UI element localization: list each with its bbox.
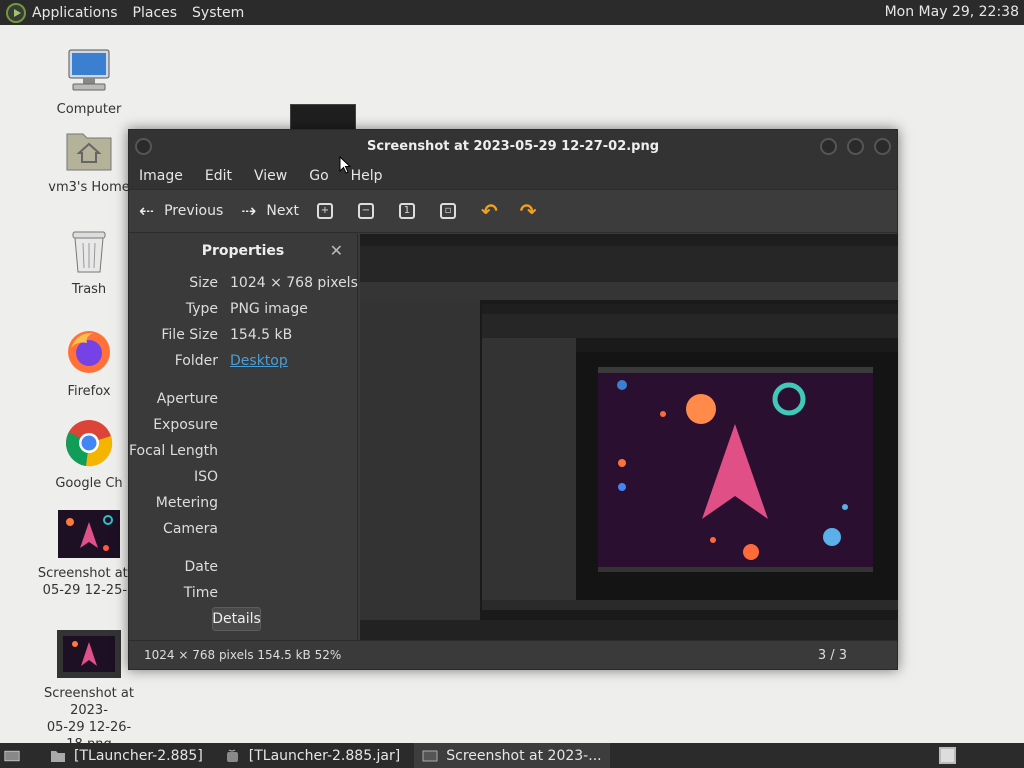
- zoom-fit-button[interactable]: ▫: [439, 203, 456, 219]
- image-thumbnail-icon: [58, 510, 120, 558]
- menu-logo-icon[interactable]: [6, 2, 26, 23]
- next-button[interactable]: ⇢ Next: [241, 201, 299, 222]
- firefox-icon: [68, 331, 110, 373]
- clock[interactable]: Mon May 29, 22:38: [885, 4, 1019, 20]
- menu-applications[interactable]: Applications: [32, 5, 118, 21]
- menu-bar: Image Edit View Go Help: [129, 163, 897, 189]
- image-display[interactable]: [360, 234, 898, 642]
- workspace-switcher[interactable]: [939, 747, 956, 764]
- image-viewer-icon: [422, 750, 438, 761]
- previous-label: Previous: [164, 203, 224, 219]
- zoom-out-icon: −: [361, 205, 371, 216]
- close-button[interactable]: [874, 138, 891, 155]
- show-desktop-button[interactable]: [0, 743, 36, 768]
- menu-edit[interactable]: Edit: [205, 168, 232, 184]
- mouse-pointer-icon: [339, 156, 351, 174]
- taskbar: [TLauncher-2.885] [TLauncher-2.885.jar] …: [0, 743, 1024, 768]
- zoom-in-icon: +: [320, 205, 330, 216]
- window-title: Screenshot at 2023-05-29 12-27-02.png: [366, 139, 660, 154]
- top-panel: Applications Places System Mon May 29, 2…: [0, 0, 1024, 25]
- background-window[interactable]: [290, 104, 356, 130]
- desktop-icon-computer[interactable]: Computer: [34, 46, 144, 118]
- zoom-out-button[interactable]: −: [357, 203, 374, 219]
- menu-system[interactable]: System: [192, 5, 244, 21]
- computer-icon: [68, 49, 110, 91]
- displayed-screenshot-image: [360, 234, 898, 642]
- status-info: 1024 × 768 pixels 154.5 kB 52%: [144, 648, 342, 662]
- rotate-left-button[interactable]: ↶: [481, 199, 498, 223]
- task-tlauncher-jar[interactable]: [TLauncher-2.885.jar]: [217, 743, 408, 768]
- desktop-icon-label: Screenshot at 2023-: [44, 686, 134, 718]
- arrow-right-icon: ⇢: [241, 200, 257, 222]
- zoom-normal-icon: 1: [403, 205, 411, 216]
- image-viewer-window: Screenshot at 2023-05-29 12-27-02.png Im…: [128, 129, 898, 670]
- status-bar: 1024 × 768 pixels 154.5 kB 52% 3 / 3: [129, 640, 897, 669]
- menu-places[interactable]: Places: [133, 5, 178, 21]
- page-counter: 3 / 3: [817, 647, 847, 663]
- title-bar[interactable]: Screenshot at 2023-05-29 12-27-02.png: [129, 130, 897, 163]
- maximize-button[interactable]: [847, 138, 864, 155]
- show-desktop-icon: [4, 750, 20, 761]
- home-folder-icon: [66, 133, 112, 171]
- desktop-icon-label: Computer: [56, 102, 122, 117]
- arrow-left-icon: ⇠: [139, 200, 155, 222]
- toolbar: ⇠ Previous ⇢ Next + − 1 ▫ ↶ ↷: [129, 189, 897, 233]
- java-icon: [226, 749, 238, 762]
- properties-panel: Properties ✕ Size 1024 × 768 pixels Type P…: [129, 234, 358, 642]
- folder-icon: [51, 750, 65, 762]
- zoom-in-button[interactable]: +: [316, 203, 333, 219]
- zoom-normal-button[interactable]: 1: [398, 203, 415, 219]
- menu-image[interactable]: Image: [139, 168, 183, 184]
- zoom-fit-icon: ▫: [444, 205, 452, 216]
- properties-header: Properties ✕: [129, 234, 357, 268]
- menu-help[interactable]: Help: [351, 168, 383, 184]
- trash-icon: [72, 231, 106, 273]
- close-panel-icon[interactable]: ✕: [330, 241, 343, 260]
- folder-link[interactable]: Desktop: [230, 353, 288, 369]
- menu-go[interactable]: Go: [309, 168, 328, 184]
- task-label: [TLauncher-2.885]: [74, 747, 203, 764]
- properties-title: Properties: [201, 243, 285, 259]
- rotate-right-button[interactable]: ↷: [520, 199, 537, 223]
- task-label: [TLauncher-2.885.jar]: [248, 747, 401, 764]
- details-button[interactable]: Details: [212, 607, 261, 631]
- menu-view[interactable]: View: [254, 168, 287, 184]
- window-menu-button[interactable]: [135, 138, 152, 155]
- task-tlauncher-folder[interactable]: [TLauncher-2.885]: [42, 743, 211, 768]
- next-label: Next: [266, 203, 299, 219]
- minimize-button[interactable]: [820, 138, 837, 155]
- chrome-icon: [66, 420, 113, 467]
- task-image-viewer[interactable]: Screenshot at 2023-...: [414, 743, 610, 768]
- previous-button[interactable]: ⇠ Previous: [139, 201, 223, 222]
- image-thumbnail-icon: [57, 630, 121, 678]
- task-label: Screenshot at 2023-...: [446, 747, 602, 764]
